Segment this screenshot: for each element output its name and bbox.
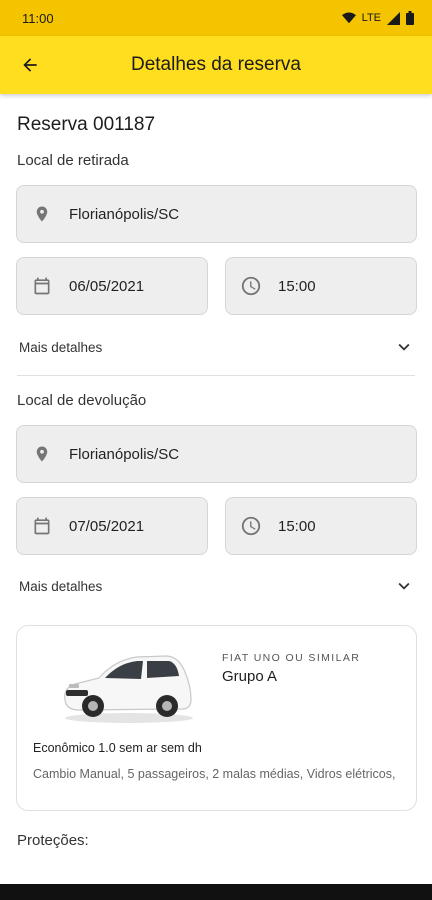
- pickup-time-field[interactable]: 15:00: [225, 257, 417, 315]
- location-pin-icon: [31, 203, 53, 225]
- navigation-bar: [0, 884, 432, 900]
- pickup-section-label: Local de retirada: [17, 152, 129, 169]
- calendar-icon: [31, 275, 53, 297]
- signal-icon: [387, 11, 400, 25]
- return-location-value: Florianópolis/SC: [69, 445, 180, 463]
- car-category: Econômico 1.0 sem ar sem dh: [33, 741, 202, 755]
- reservation-details[interactable]: Reserva 001187 Local de retirada Florian…: [0, 94, 432, 884]
- status-time: 11:00: [22, 10, 54, 26]
- car-brand: FIAT UNO OU SIMILAR: [222, 652, 361, 664]
- car-card[interactable]: FIAT UNO OU SIMILAR Grupo A Econômico 1.…: [16, 625, 417, 811]
- status-icons: LTE: [341, 11, 414, 25]
- protections-label: Proteções:: [17, 832, 89, 849]
- return-section-label: Local de devolução: [17, 392, 147, 409]
- divider: [17, 375, 415, 376]
- car-image: [64, 655, 193, 723]
- app-bar: Detalhes da reserva: [0, 36, 432, 94]
- return-date-value: 07/05/2021: [69, 517, 145, 535]
- pickup-more-details[interactable]: Mais detalhes: [17, 335, 415, 359]
- return-more-details[interactable]: Mais detalhes: [17, 574, 415, 598]
- wifi-icon: [341, 12, 356, 24]
- return-time-field[interactable]: 15:00: [225, 497, 417, 555]
- location-pin-icon: [31, 443, 53, 465]
- car-description: Cambio Manual, 5 passageiros, 2 malas mé…: [33, 767, 396, 781]
- reservation-title: Reserva 001187: [17, 114, 156, 135]
- clock-icon: [240, 515, 262, 537]
- network-label: LTE: [361, 12, 381, 24]
- calendar-icon: [31, 515, 53, 537]
- status-bar: 11:00 LTE: [0, 0, 432, 36]
- pickup-location-value: Florianópolis/SC: [69, 205, 180, 223]
- return-time-value: 15:00: [278, 517, 316, 535]
- back-button[interactable]: [16, 51, 44, 79]
- pickup-date-value: 06/05/2021: [69, 277, 145, 295]
- pickup-date-field[interactable]: 06/05/2021: [16, 257, 208, 315]
- pickup-location-field[interactable]: Florianópolis/SC: [16, 185, 417, 243]
- car-group: Grupo A: [222, 668, 278, 685]
- pickup-time-value: 15:00: [278, 277, 316, 295]
- arrow-back-icon: [23, 58, 37, 72]
- return-more-details-label: Mais detalhes: [19, 578, 103, 594]
- chevron-down-icon: [398, 582, 410, 590]
- return-date-field[interactable]: 07/05/2021: [16, 497, 208, 555]
- battery-icon: [406, 11, 414, 25]
- pickup-more-details-label: Mais detalhes: [19, 339, 103, 355]
- clock-icon: [240, 275, 262, 297]
- return-location-field[interactable]: Florianópolis/SC: [16, 425, 417, 483]
- page-title: Detalhes da reserva: [130, 54, 302, 75]
- chevron-down-icon: [398, 343, 410, 351]
